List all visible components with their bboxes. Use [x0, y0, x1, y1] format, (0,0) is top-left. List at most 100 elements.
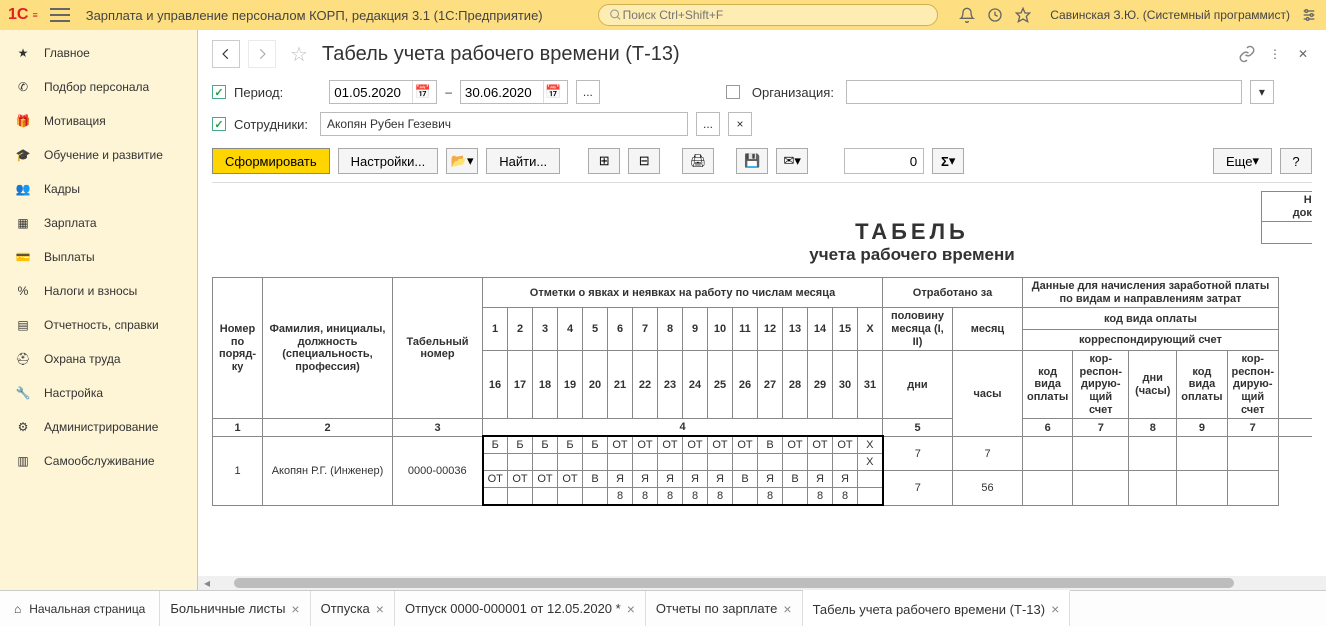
report-area[interactable]: ТАБЕЛЬ учета рабочего времени Номер доку…: [212, 182, 1312, 568]
emp-checkbox[interactable]: [212, 117, 226, 131]
cell-hours: [558, 454, 583, 471]
th-day: X: [858, 308, 883, 351]
content: ☆ Табель учета рабочего времени (Т-13) ⋮…: [198, 30, 1326, 590]
forward-button[interactable]: [248, 40, 276, 68]
close-icon[interactable]: ✕: [1294, 45, 1312, 63]
sidebar-item-taxes[interactable]: % Налоги и взносы: [0, 274, 197, 308]
history-icon[interactable]: [986, 6, 1004, 24]
sidebar-item-label: Обучение и развитие: [44, 148, 163, 162]
sidebar-item-label: Налоги и взносы: [44, 284, 137, 298]
more-button[interactable]: Еще ▾: [1213, 148, 1272, 174]
find-button[interactable]: Найти...: [486, 148, 560, 174]
cell-hours: [558, 488, 583, 506]
emp-input[interactable]: Акопян Рубен Гезевич: [320, 112, 688, 136]
th-tabnum: Табельный номер: [393, 278, 483, 419]
link-icon[interactable]: [1238, 45, 1256, 63]
sidebar-item-admin[interactable]: ⚙Администрирование: [0, 410, 197, 444]
sidebar-item-main[interactable]: ★Главное: [0, 36, 197, 70]
horizontal-scrollbar[interactable]: ◂: [198, 576, 1326, 590]
tab-active[interactable]: Табель учета рабочего времени (Т-13)×: [803, 590, 1071, 626]
tab[interactable]: Больничные листы×: [160, 591, 310, 626]
open-folder-button[interactable]: 📂▾: [446, 148, 478, 174]
close-icon[interactable]: ×: [627, 601, 635, 617]
sidebar-item-salary[interactable]: ▦Зарплата: [0, 206, 197, 240]
cell-hours: [783, 454, 808, 471]
sidebar-item-recruit[interactable]: ✆Подбор персонала: [0, 70, 197, 104]
percent-icon: %: [14, 282, 32, 300]
cell-hours: [758, 454, 783, 471]
hamburger-icon[interactable]: [50, 8, 70, 22]
home-label: Начальная страница: [29, 602, 145, 616]
cell-mark: Я: [633, 471, 658, 488]
settings-button[interactable]: Настройки...: [338, 148, 439, 174]
search-input[interactable]: [623, 8, 928, 22]
settings-toggle-icon[interactable]: [1300, 6, 1318, 24]
close-icon[interactable]: ×: [1051, 601, 1059, 617]
cell-mark: Я: [683, 471, 708, 488]
sigma-button[interactable]: Σ▾: [932, 148, 964, 174]
close-icon[interactable]: ×: [376, 601, 384, 617]
filter-emp-row: Сотрудники: Акопян Рубен Гезевич ... ×: [198, 108, 1326, 140]
tab[interactable]: Отпуска×: [311, 591, 395, 626]
th-colnum: 7: [1073, 419, 1129, 437]
emp-dialog-button[interactable]: ...: [696, 112, 720, 136]
date-from-input[interactable]: 📅: [329, 80, 437, 104]
cell-hours: 8: [608, 488, 633, 506]
email-button[interactable]: ✉▾: [776, 148, 808, 174]
cell-hours: 8: [633, 488, 658, 506]
tab[interactable]: Отпуск 0000-000001 от 12.05.2020 * ×: [395, 591, 646, 626]
generate-button[interactable]: Сформировать: [212, 148, 330, 174]
expand-button[interactable]: ⊞: [588, 148, 620, 174]
date-to-input[interactable]: 📅: [460, 80, 568, 104]
period-dialog-button[interactable]: ...: [576, 80, 600, 104]
org-checkbox[interactable]: [726, 85, 740, 99]
timesheet-table: Номер по поряд- ку Фамилия, инициалы, до…: [212, 277, 1312, 506]
star-icon[interactable]: [1014, 6, 1032, 24]
bell-icon[interactable]: [958, 6, 976, 24]
help-button[interactable]: ?: [1280, 148, 1312, 174]
sidebar-item-label: Подбор персонала: [44, 80, 149, 94]
date-from-field[interactable]: [334, 85, 412, 100]
more-vert-icon[interactable]: ⋮: [1266, 45, 1284, 63]
user-name[interactable]: Савинская З.Ю. (Системный программист): [1050, 8, 1290, 22]
th-day: 28: [783, 351, 808, 419]
collapse-button[interactable]: ⊟: [628, 148, 660, 174]
date-to-field[interactable]: [465, 85, 543, 100]
sidebar-item-settings[interactable]: 🔧Настройка: [0, 376, 197, 410]
doc-title: ТАБЕЛЬ: [809, 219, 1014, 245]
th-code2: код вида оплаты: [1177, 351, 1227, 419]
sidebar-item-hr[interactable]: 👥Кадры: [0, 172, 197, 206]
th-day: 3: [533, 308, 558, 351]
tab[interactable]: Отчеты по зарплате×: [646, 591, 803, 626]
calendar-icon[interactable]: 📅: [412, 81, 432, 103]
tab-label: Отпуск 0000-000001 от 12.05.2020 *: [405, 601, 621, 616]
sidebar-item-safety[interactable]: ⛑Охрана труда: [0, 342, 197, 376]
th-day: 22: [633, 351, 658, 419]
close-icon[interactable]: ×: [291, 601, 299, 617]
cell-mark: Я: [708, 471, 733, 488]
sidebar-item-reports[interactable]: ▤Отчетность, справки: [0, 308, 197, 342]
sidebar-item-label: Отчетность, справки: [44, 318, 159, 332]
cell-hours: [733, 488, 758, 506]
emp-label: Сотрудники:: [234, 117, 308, 132]
home-tab[interactable]: ⌂ Начальная страница: [0, 591, 160, 626]
emp-clear-button[interactable]: ×: [728, 112, 752, 136]
print-button[interactable]: 🖨: [682, 148, 714, 174]
save-button[interactable]: 💾: [736, 148, 768, 174]
favorite-icon[interactable]: ☆: [290, 42, 308, 67]
close-icon[interactable]: ×: [783, 601, 791, 617]
th-day: 27: [758, 351, 783, 419]
sidebar-item-learning[interactable]: 🎓Обучение и развитие: [0, 138, 197, 172]
period-checkbox[interactable]: [212, 85, 226, 99]
sidebar-item-payments[interactable]: 💳Выплаты: [0, 240, 197, 274]
cell-hours: [633, 454, 658, 471]
org-dropdown-button[interactable]: ▾: [1250, 80, 1274, 104]
sidebar-item-motivation[interactable]: 🎁Мотивация: [0, 104, 197, 138]
org-field[interactable]: [851, 85, 1237, 100]
org-input[interactable]: [846, 80, 1242, 104]
calendar-icon[interactable]: 📅: [543, 81, 563, 103]
back-button[interactable]: [212, 40, 240, 68]
sidebar-item-self[interactable]: ▥Самообслуживание: [0, 444, 197, 478]
global-search[interactable]: [598, 4, 938, 26]
sum-input[interactable]: [844, 148, 924, 174]
